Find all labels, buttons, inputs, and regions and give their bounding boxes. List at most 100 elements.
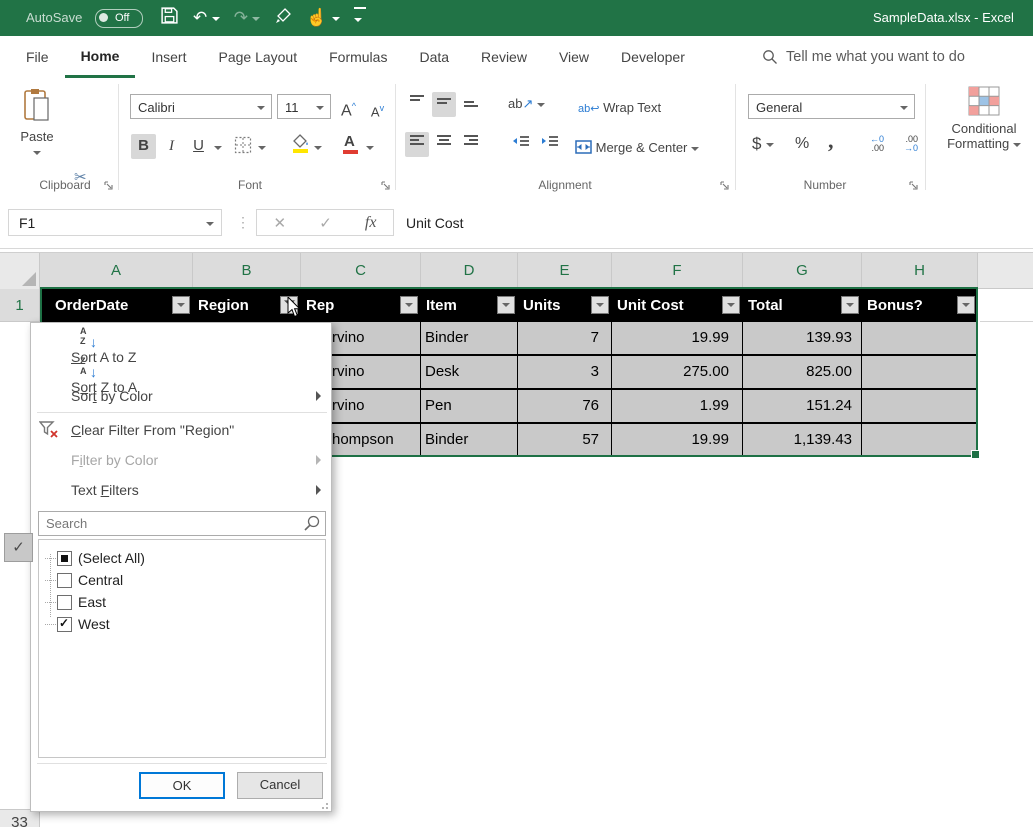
- filter-search-input[interactable]: [38, 511, 326, 536]
- table-header-total[interactable]: Total: [743, 289, 862, 322]
- align-top-button[interactable]: [405, 92, 429, 117]
- font-color-dropdown[interactable]: [366, 146, 374, 150]
- cell-unit-cost[interactable]: 19.99: [612, 322, 743, 354]
- increase-indent-button[interactable]: [537, 132, 563, 157]
- increase-decimal-button[interactable]: ←0.00: [858, 135, 884, 153]
- font-dialog-launcher[interactable]: [380, 178, 392, 190]
- row-header-1[interactable]: 1: [0, 289, 40, 322]
- column-header-e[interactable]: E: [518, 253, 612, 289]
- tab-insert[interactable]: Insert: [135, 36, 202, 78]
- filter-option-central[interactable]: Central: [39, 570, 325, 592]
- align-middle-button[interactable]: [432, 92, 456, 117]
- clipboard-dialog-launcher[interactable]: [103, 178, 115, 190]
- menu-item-sort-a-to-z[interactable]: AZ↓ Sort A to Z: [31, 323, 331, 351]
- column-header-g[interactable]: G: [743, 253, 862, 289]
- italic-button[interactable]: I: [159, 134, 184, 159]
- filter-option-select-all[interactable]: (Select All): [39, 548, 325, 570]
- tab-home[interactable]: Home: [65, 36, 136, 78]
- column-header-c[interactable]: C: [301, 253, 421, 289]
- tab-page-layout[interactable]: Page Layout: [202, 36, 313, 78]
- percent-style-button[interactable]: %: [795, 135, 809, 153]
- cell-bonus[interactable]: [862, 322, 978, 354]
- ok-button[interactable]: OK: [139, 772, 225, 799]
- table-header-region[interactable]: Region: [193, 289, 301, 322]
- column-header-h[interactable]: H: [862, 253, 978, 289]
- orientation-button[interactable]: ab↗: [508, 96, 545, 112]
- table-header-rep[interactable]: Rep: [301, 289, 421, 322]
- filter-dropdown-button[interactable]: [172, 296, 190, 314]
- menu-item-text-filters[interactable]: Text Filters: [31, 476, 331, 504]
- underline-dropdown[interactable]: [214, 146, 222, 150]
- checkbox[interactable]: [57, 595, 72, 610]
- autosave-toggle[interactable]: Off: [95, 9, 143, 28]
- merge-center-button[interactable]: Merge & Center: [575, 140, 699, 155]
- select-all-corner[interactable]: [0, 253, 40, 289]
- increase-font-size-button[interactable]: A^: [336, 94, 361, 119]
- cell-units[interactable]: 3: [518, 356, 612, 388]
- tab-formulas[interactable]: Formulas: [313, 36, 403, 78]
- table-header-units[interactable]: Units: [518, 289, 612, 322]
- touch-mouse-mode-button[interactable]: ☝: [306, 5, 340, 31]
- cancel-button[interactable]: Cancel: [237, 772, 323, 799]
- cell-bonus[interactable]: [862, 424, 978, 457]
- confirm-entry-button[interactable]: ✓: [319, 214, 332, 232]
- filter-dropdown-button[interactable]: [722, 296, 740, 314]
- cell-total[interactable]: 139.93: [743, 322, 862, 354]
- cell-units[interactable]: 76: [518, 390, 612, 422]
- table-header-bonus[interactable]: Bonus?: [862, 289, 978, 322]
- filter-dropdown-button-active[interactable]: [280, 296, 298, 314]
- tell-me-box[interactable]: Tell me what you want to do: [762, 36, 965, 78]
- customize-qat-button[interactable]: [354, 7, 366, 29]
- column-header-d[interactable]: D: [421, 253, 518, 289]
- table-header-orderdate[interactable]: OrderDate: [40, 289, 193, 322]
- align-left-button[interactable]: [405, 132, 429, 157]
- cell-bonus[interactable]: [862, 390, 978, 422]
- column-header-b[interactable]: B: [193, 253, 301, 289]
- filter-option-west[interactable]: West: [39, 614, 325, 636]
- cell-unit-cost[interactable]: 19.99: [612, 424, 743, 457]
- align-bottom-button[interactable]: [459, 92, 483, 117]
- resize-grip[interactable]: [320, 801, 328, 809]
- tab-review[interactable]: Review: [465, 36, 543, 78]
- accounting-format-button[interactable]: $: [752, 134, 774, 154]
- save-button[interactable]: [160, 6, 179, 30]
- conditional-formatting-button[interactable]: Conditional Formatting: [938, 86, 1030, 151]
- font-size-combo[interactable]: 11: [277, 94, 331, 119]
- cell-total[interactable]: 151.24: [743, 390, 862, 422]
- formula-content[interactable]: Unit Cost: [406, 215, 464, 231]
- fill-color-button[interactable]: [292, 134, 310, 153]
- borders-button[interactable]: [234, 136, 252, 159]
- name-box[interactable]: F1: [8, 209, 222, 236]
- fill-color-dropdown[interactable]: [314, 146, 322, 150]
- borders-dropdown[interactable]: [258, 146, 266, 150]
- tab-developer[interactable]: Developer: [605, 36, 701, 78]
- filter-dropdown-button[interactable]: [400, 296, 418, 314]
- filter-dropdown-button[interactable]: [841, 296, 859, 314]
- decrease-font-size-button[interactable]: Av: [365, 96, 390, 121]
- decrease-decimal-button[interactable]: .00→0: [892, 135, 918, 153]
- insert-function-button[interactable]: fx: [365, 214, 377, 232]
- format-painter-qat-button[interactable]: [274, 7, 292, 30]
- floating-check-button[interactable]: ✓: [4, 533, 33, 562]
- number-dialog-launcher[interactable]: [908, 178, 920, 190]
- alignment-dialog-launcher[interactable]: [719, 178, 731, 190]
- checkbox[interactable]: [57, 617, 72, 632]
- tab-file[interactable]: File: [10, 36, 65, 78]
- cell-bonus[interactable]: [862, 356, 978, 388]
- font-color-button[interactable]: A: [344, 133, 355, 150]
- table-header-item[interactable]: Item: [421, 289, 518, 322]
- tab-view[interactable]: View: [543, 36, 605, 78]
- table-header-unit-cost[interactable]: Unit Cost: [612, 289, 743, 322]
- filter-dropdown-button[interactable]: [957, 296, 975, 314]
- cancel-entry-button[interactable]: ✕: [274, 214, 287, 232]
- cell-unit-cost[interactable]: 275.00: [612, 356, 743, 388]
- undo-button[interactable]: ↶: [193, 5, 220, 31]
- filter-option-east[interactable]: East: [39, 592, 325, 614]
- wrap-text-button[interactable]: ab↩ Wrap Text: [578, 100, 661, 115]
- menu-item-sort-by-color[interactable]: Sort by Color: [31, 382, 331, 410]
- menu-item-sort-z-to-a[interactable]: ZA↓ Sort Z to A: [31, 353, 331, 381]
- cell-units[interactable]: 57: [518, 424, 612, 457]
- align-center-button[interactable]: [432, 132, 456, 157]
- cell-units[interactable]: 7: [518, 322, 612, 354]
- cell-unit-cost[interactable]: 1.99: [612, 390, 743, 422]
